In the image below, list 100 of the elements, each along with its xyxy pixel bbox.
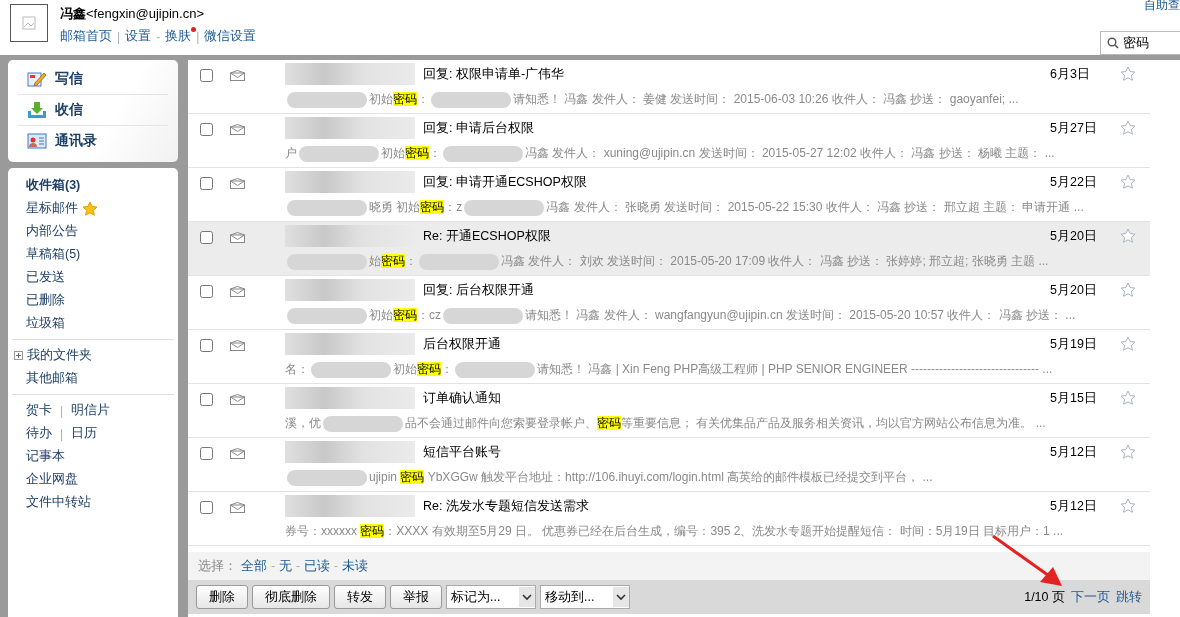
message-date: 6月3日 <box>1050 65 1091 83</box>
toolbar-button[interactable]: 删除 <box>196 585 248 609</box>
tool-link[interactable]: 企业网盘 <box>26 471 78 488</box>
highlighted-keyword: 密码 <box>405 146 429 160</box>
toolbar-button[interactable]: 举报 <box>390 585 442 609</box>
toolbar-button[interactable]: 彻底删除 <box>252 585 330 609</box>
row-checkbox[interactable] <box>200 231 213 244</box>
highlighted-keyword: 密码 <box>360 524 385 538</box>
row-checkbox[interactable] <box>200 123 213 136</box>
row-checkbox[interactable] <box>200 501 213 514</box>
tool-link[interactable]: 明信片 <box>71 402 111 419</box>
separator: | <box>60 426 64 441</box>
preview-text: 券号：xxxxxx <box>285 524 358 538</box>
folder-item[interactable]: 我的文件夹 <box>8 344 178 367</box>
message-date: 5月22日 <box>1050 173 1098 191</box>
folder-item[interactable]: 收件箱(3) <box>8 174 178 197</box>
envelope-icon <box>230 286 245 297</box>
select-link[interactable]: 未读 <box>342 557 368 575</box>
message-date: 5月12日 <box>1050 497 1098 515</box>
preview-text: 名： <box>285 362 309 376</box>
sidebar-action[interactable]: 写信 <box>18 64 168 95</box>
download-tray-icon <box>27 101 47 119</box>
highlighted-keyword: 密码 <box>417 362 441 376</box>
envelope-icon <box>230 448 245 459</box>
user-name: 冯鑫<fengxin@ujipin.cn> <box>60 5 205 23</box>
select-link[interactable]: 已读 <box>304 557 330 575</box>
row-checkbox[interactable] <box>200 177 213 190</box>
tool-link[interactable]: 贺卡 <box>26 402 52 419</box>
message-date: 5月15日 <box>1050 389 1098 407</box>
preview-text: 始 <box>369 254 381 268</box>
folder-item[interactable]: 内部公告 <box>8 220 178 243</box>
highlighted-keyword: 密码 <box>381 254 405 268</box>
folder-item[interactable]: 星标邮件 <box>8 197 178 220</box>
message-date: 5月19日 <box>1050 335 1098 353</box>
preview-text: 冯鑫 发件人： xuning@ujipin.cn 发送时间： 2015-05-27 12:02 收件人： 冯鑫 抄送： 杨曦 主题： ... <box>525 146 1055 160</box>
preview-text: 请知悉！ 冯鑫 发件人： 姜健 发送时间： 2015-06-03 10:26 收件人： 冯鑫 抄送： gaoyanfei; ... <box>513 92 1019 106</box>
preview-text: ： <box>417 92 429 106</box>
select-link[interactable]: 无 <box>279 557 292 575</box>
message-subject: 回复: 权限申请单-广伟华 <box>423 65 566 83</box>
preview-text: 初始 <box>369 308 393 322</box>
tool-link[interactable]: 日历 <box>71 425 98 442</box>
preview-text: ： <box>429 146 441 160</box>
row-checkbox[interactable] <box>200 339 213 352</box>
sidebar-action[interactable]: 通讯录 <box>18 126 168 156</box>
highlighted-keyword: 密码 <box>597 416 621 430</box>
help-link[interactable]: 自助查 <box>1144 0 1180 14</box>
sidebar-action[interactable]: 收信 <box>18 95 168 126</box>
header-link[interactable]: 设置 <box>125 28 152 45</box>
folder-item[interactable]: 草稿箱(5) <box>8 243 178 266</box>
message-subject: 回复: 申请后台权限 <box>423 119 535 137</box>
avatar-placeholder <box>10 4 48 42</box>
folder-item[interactable]: 已发送 <box>8 266 178 289</box>
message-subject: Re: 洗发水专题短信发送需求 <box>423 497 590 515</box>
tool-link[interactable]: 文件中转站 <box>26 494 91 511</box>
envelope-icon <box>230 70 245 81</box>
highlighted-keyword: 密码 <box>393 308 417 322</box>
message-date: 5月27日 <box>1050 119 1098 137</box>
row-checkbox[interactable] <box>200 69 213 82</box>
dropdown[interactable]: 标记为... <box>446 585 536 609</box>
separator: | <box>196 29 200 44</box>
page-count: 1/10 页 <box>1024 588 1065 606</box>
header-link[interactable]: 微信设置 <box>204 28 257 45</box>
message-subject: Re: 开通ECSHOP权限 <box>423 227 552 245</box>
tool-link[interactable]: 记事本 <box>26 448 65 465</box>
preview-text: 等重要信息； 有关优集品产品及服务相关资讯，均以官方网站公布信息为准。 ... <box>621 416 1046 430</box>
row-checkbox[interactable] <box>200 285 213 298</box>
tool-link[interactable]: 待办 <box>26 425 52 442</box>
folder-item[interactable]: 垃圾箱 <box>8 312 178 335</box>
envelope-icon <box>230 340 245 351</box>
message-subject: 回复: 申请开通ECSHOP权限 <box>423 173 588 191</box>
select-label: 选择： <box>198 557 237 575</box>
preview-text: 冯鑫 发件人： 刘欢 发送时间： 2015-05-20 17:09 收件人： 冯鑫 抄送： 张婷婷; 邢立超; 张晓勇 主题 ... <box>501 254 1049 268</box>
preview-text: ujipin <box>369 470 399 484</box>
envelope-icon <box>230 232 245 243</box>
search-field[interactable]: 密码 <box>1100 31 1180 55</box>
preview-text: 初始 <box>381 146 405 160</box>
envelope-icon <box>230 394 245 405</box>
separator: - <box>334 559 338 573</box>
highlighted-keyword: 密码 <box>400 470 425 484</box>
dropdown[interactable]: 移动到... <box>540 585 630 609</box>
message-subject: 回复: 后台权限开通 <box>423 281 535 299</box>
header-link[interactable]: 邮箱首页 <box>60 28 112 45</box>
highlighted-keyword: 密码 <box>420 200 445 214</box>
jump-link[interactable]: 跳转 <box>1116 588 1142 606</box>
chevron-down-icon <box>613 587 629 607</box>
toolbar-button[interactable]: 转发 <box>334 585 386 609</box>
row-checkbox[interactable] <box>200 447 213 460</box>
message-subject: 订单确认通知 <box>423 389 502 407</box>
next-page-link[interactable]: 下一页 <box>1071 588 1110 606</box>
preview-text: 溪，优 <box>285 416 321 430</box>
folder-item[interactable]: 已删除 <box>8 289 178 312</box>
row-checkbox[interactable] <box>200 393 213 406</box>
preview-text: 请知悉！ 冯鑫 发件人： wangfangyun@ujipin.cn 发送时间： 2015-05-20 10:57 收件人： 冯鑫 抄送： ... <box>525 308 1076 322</box>
select-link[interactable]: 全部 <box>241 557 267 575</box>
message-date: 5月20日 <box>1050 281 1098 299</box>
folder-item[interactable]: 其他邮箱 <box>8 367 178 390</box>
preview-text: 品不会通过邮件向您索要登录帐户、 <box>405 416 597 430</box>
preview-text: 初始 <box>369 92 393 106</box>
envelope-icon <box>230 502 245 513</box>
plus-box-icon[interactable] <box>14 351 23 360</box>
